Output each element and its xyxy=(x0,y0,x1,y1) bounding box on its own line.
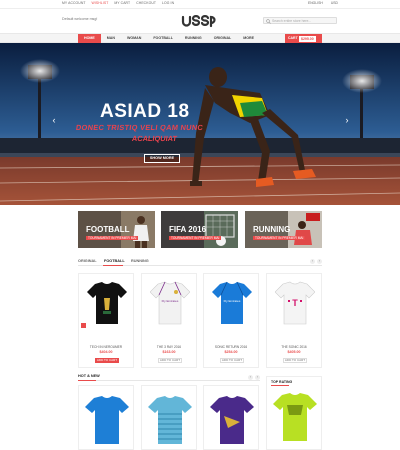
show-more-button[interactable]: SHOW MORE xyxy=(144,154,180,163)
my-account-link[interactable]: MY ACCOUNT xyxy=(62,1,86,5)
banner-fifa-image xyxy=(204,211,238,248)
add-to-cart-button[interactable]: ADD TO CART xyxy=(283,358,307,363)
product-tabs: ORIGINAL FOOTBALL RUNNING ‹ › xyxy=(78,256,322,266)
banner-running[interactable]: RUNNING TOURNAMENT IN PREMIER MAI xyxy=(245,211,322,248)
product-image-black-tshirt[interactable] xyxy=(87,280,127,326)
slider-prev-icon[interactable]: ‹ xyxy=(50,116,58,125)
tab-original[interactable]: ORIGINAL xyxy=(78,259,97,263)
add-to-cart-button[interactable]: ADD TO CART xyxy=(220,358,244,363)
product-name[interactable]: THE SONIC 2016 xyxy=(267,345,321,349)
nav-item-more[interactable]: MORE xyxy=(237,34,260,43)
top-rating-underline xyxy=(271,385,289,386)
search-box[interactable]: Search entire store here... xyxy=(263,17,337,24)
account-links: MY ACCOUNT WISHLIST MY CART CHECKOUT LOG… xyxy=(62,1,174,5)
cart-amount: $295.00 xyxy=(299,35,316,42)
hot-new-underline xyxy=(78,380,96,381)
locale-switcher: ENGLISH USD xyxy=(308,1,338,5)
hot-next-icon[interactable]: › xyxy=(255,375,260,380)
product-image-blue-tee[interactable] xyxy=(85,394,129,444)
product-image-lime-tee[interactable] xyxy=(273,391,317,441)
add-to-cart-button[interactable]: ADD TO CART xyxy=(158,358,182,363)
nav-item-home[interactable]: HOME xyxy=(78,34,101,43)
product-price: $404.00 xyxy=(99,350,113,354)
search-icon[interactable] xyxy=(266,18,271,24)
hot-new-title: HOT & NEW xyxy=(78,374,100,378)
nav-item-football[interactable]: FOOTBALL xyxy=(147,34,179,43)
product-price: $163.00 xyxy=(162,350,176,354)
tab-running[interactable]: RUNNING xyxy=(131,259,149,263)
hot-product-card[interactable] xyxy=(78,385,134,450)
product-name[interactable]: THE 3 RAY 2016 xyxy=(142,345,196,349)
currency-select[interactable]: USD xyxy=(331,1,338,5)
svg-text:Fly Emirates: Fly Emirates xyxy=(224,299,241,303)
category-banners: FOOTBALL TOURNAMENT IN PREMIER MAI FIFA … xyxy=(78,211,322,248)
banner-running-subtitle: TOURNAMENT IN PREMIER MAI xyxy=(253,236,306,240)
tabs-next-icon[interactable]: › xyxy=(317,259,322,264)
tab-football[interactable]: FOOTBALL xyxy=(104,259,125,263)
top-rating-panel: TOP RATING xyxy=(266,376,322,450)
banner-football[interactable]: FOOTBALL TOURNAMENT IN PREMIER MAI xyxy=(78,211,155,248)
wishlist-link[interactable]: WISHLIST xyxy=(92,1,109,5)
hot-product-card[interactable] xyxy=(203,385,259,450)
product-name[interactable]: SONIC RETURN 2016 xyxy=(204,345,258,349)
product-card[interactable]: TECH IN NEROUMER $404.00 ADD TO CART xyxy=(78,273,134,368)
product-image-white-jersey[interactable]: Fly Emirates xyxy=(150,280,190,326)
checkout-link[interactable]: CHECKOUT xyxy=(136,1,156,5)
my-cart-link[interactable]: MY CART xyxy=(114,1,130,5)
active-tab-indicator xyxy=(103,265,123,266)
tabs-prev-icon[interactable]: ‹ xyxy=(310,259,315,264)
top-rating-title: TOP RATING xyxy=(271,380,293,384)
site-header: Default welcome msg! Search entire store… xyxy=(0,9,400,33)
hero-subtitle-line2: ACALIQUIAT xyxy=(131,134,178,143)
banner-fifa[interactable]: FIFA 2016 TOURNAMENT IN PREMIER MAI xyxy=(161,211,238,248)
slider-next-icon[interactable]: › xyxy=(343,116,351,125)
banner-football-title: FOOTBALL xyxy=(86,225,130,234)
hot-new-header: HOT & NEW ‹ › xyxy=(78,372,260,381)
product-name[interactable]: TECH IN NEROUMER xyxy=(79,345,133,349)
nav-items: HOME MAN WOMAN FOOTBALL RUNNING ORIGINAL… xyxy=(78,34,260,43)
add-to-cart-button[interactable]: ADD TO CART xyxy=(95,358,119,363)
product-image-purple-tee[interactable] xyxy=(210,394,254,444)
welcome-message: Default welcome msg! xyxy=(62,17,98,21)
banner-running-title: RUNNING xyxy=(253,225,291,234)
quick-view-icon[interactable] xyxy=(81,323,86,328)
product-price: $254.00 xyxy=(224,350,238,354)
hot-prev-icon[interactable]: ‹ xyxy=(248,375,253,380)
banner-running-image xyxy=(288,211,322,248)
product-image-blue-jersey[interactable]: Fly Emirates xyxy=(212,280,252,326)
language-select[interactable]: ENGLISH xyxy=(308,1,323,5)
hot-product-card[interactable] xyxy=(141,385,197,450)
product-image-striped-tee[interactable] xyxy=(148,394,192,444)
cart-label: CART xyxy=(288,36,298,40)
banner-football-subtitle: TOURNAMENT IN PREMIER MAI xyxy=(86,236,139,240)
hero-subtitle-line1: DONEC TRISTIQ VELI QAM NUNC xyxy=(75,123,204,132)
nav-item-woman[interactable]: WOMAN xyxy=(121,34,147,43)
site-logo[interactable] xyxy=(180,13,220,29)
product-card[interactable]: Fly Emirates THE 3 RAY 2016 $163.00 ADD … xyxy=(141,273,197,368)
banner-fifa-subtitle: TOURNAMENT IN PREMIER MAI xyxy=(169,236,222,240)
main-nav: HOME MAN WOMAN FOOTBALL RUNNING ORIGINAL… xyxy=(0,33,400,43)
banner-fifa-title: FIFA 2016 xyxy=(169,225,207,234)
search-input[interactable]: Search entire store here... xyxy=(272,19,311,23)
cart-button[interactable]: CART $295.00 xyxy=(285,34,322,43)
top-utility-bar: MY ACCOUNT WISHLIST MY CART CHECKOUT LOG… xyxy=(0,0,400,9)
product-image-white-t-jersey[interactable]: T xyxy=(275,280,315,326)
hero-title: ASIAD 18 xyxy=(100,101,190,122)
product-price: $405.00 xyxy=(287,350,301,354)
product-card[interactable]: Fly Emirates SONIC RETURN 2016 $254.00 A… xyxy=(203,273,259,368)
login-link[interactable]: LOG IN xyxy=(162,1,174,5)
svg-text:T: T xyxy=(292,298,298,308)
nav-item-original[interactable]: ORIGINAL xyxy=(208,34,238,43)
nav-item-running[interactable]: RUNNING xyxy=(179,34,208,43)
svg-text:Fly Emirates: Fly Emirates xyxy=(162,299,179,303)
nav-item-man[interactable]: MAN xyxy=(101,34,121,43)
hero-slider: ASIAD 18 DONEC TRISTIQ VELI QAM NUNC ACA… xyxy=(0,43,400,205)
product-card[interactable]: T THE SONIC 2016 $405.00 ADD TO CART xyxy=(266,273,322,368)
